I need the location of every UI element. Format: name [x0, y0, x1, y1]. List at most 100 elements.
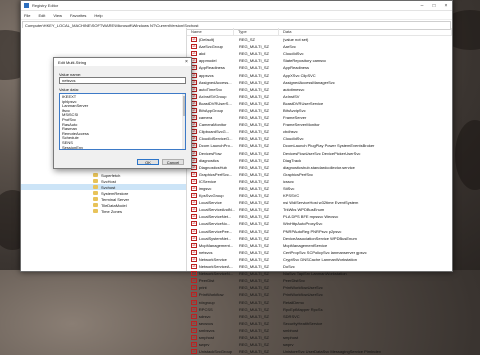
list-item[interactable]: ab CameraMonitor REG_MULTI_SZ FrameServerMo…	[187, 121, 452, 128]
column-header-type[interactable]: Type	[234, 28, 279, 35]
value-type: REG_MULTI_SZ	[239, 72, 269, 78]
string-value-icon: ab	[191, 278, 197, 284]
list-item[interactable]: ab AppReadiness REG_MULTI_SZ AppReadiness	[187, 64, 452, 71]
value-data: DeviceAssociationService WPDBusEnum	[283, 235, 357, 241]
dialog-close-icon[interactable]: ×	[182, 59, 191, 65]
list-item[interactable]: ab rdxgroup REG_MULTI_SZ RetailDemo	[187, 298, 452, 305]
tree-item[interactable]: Time Zones	[21, 208, 186, 214]
list-item[interactable]: ab smphost REG_MULTI_SZ smphost	[187, 334, 452, 341]
value-name-field[interactable]: netsvcs	[59, 77, 186, 84]
list-item[interactable]: ab AarSvcGroup REG_MULTI_SZ AarSvc	[187, 43, 452, 50]
list-item[interactable]: ab swprv REG_MULTI_SZ swprv	[187, 341, 452, 348]
list-item[interactable]: ab GraphicsPerfSvc... REG_MULTI_SZ Graphics…	[187, 171, 452, 178]
menu-file[interactable]: File	[24, 13, 30, 18]
value-type: REG_MULTI_SZ	[239, 256, 269, 262]
value-name: imgsvc	[198, 186, 212, 192]
list-item[interactable]: ab McpManagement... REG_MULTI_SZ McpManagem…	[187, 242, 452, 249]
cancel-button[interactable]: Cancel	[162, 159, 184, 165]
value-name: sdrsvc	[198, 313, 211, 319]
list-item[interactable]: ab AxInstSVGroup REG_MULTI_SZ AxInstSV	[187, 93, 452, 100]
list-item[interactable]: ab sdrsvc REG_MULTI_SZ SDRSVC	[187, 313, 452, 320]
string-value-icon: ab	[191, 285, 197, 291]
list-item[interactable]: ab DevicesFlow REG_MULTI_SZ DevicesFlowUser…	[187, 150, 452, 157]
maximize-button[interactable]: □	[428, 3, 440, 9]
list-item[interactable]: ab LocalService REG_MULTI_SZ nsi WdiService…	[187, 199, 452, 206]
menu-edit[interactable]: Edit	[38, 13, 45, 18]
string-value-icon: ab	[191, 37, 197, 43]
list-item[interactable]: ab appmodel REG_MULTI_SZ StateRepository ca…	[187, 57, 452, 64]
string-value-icon: ab	[191, 242, 197, 248]
value-type: REG_MULTI_SZ	[239, 171, 269, 177]
list-item[interactable]: ab netsvcs REG_MULTI_SZ CertPropSvc SCPolic…	[187, 249, 452, 256]
list-item[interactable]: ab BthAppGroup REG_MULTI_SZ BthAvctpSvc	[187, 107, 452, 114]
list-item[interactable]: ab LocalServicePee... REG_MULTI_SZ PNRPAuto…	[187, 228, 452, 235]
list-item[interactable]: ab Dcom LaunchPro... REG_MULTI_SZ DcomLaunc…	[187, 142, 452, 149]
list-item[interactable]: ab LocalServiceNet... REG_MULTI_SZ PLA DPS …	[187, 213, 452, 220]
list-item[interactable]: ab autoTimeSvc REG_MULTI_SZ autotimesvc	[187, 86, 452, 93]
value-type: REG_MULTI_SZ	[239, 334, 269, 340]
ok-button[interactable]: OK	[137, 159, 159, 165]
value-name: diagnostics	[198, 157, 219, 163]
folder-icon	[93, 203, 98, 207]
string-value-icon: ab	[191, 178, 197, 184]
value-list: Name Type Data ab (Default) REG_SZ (value n…	[187, 28, 452, 355]
list-item[interactable]: ab NetworkService REG_MULTI_SZ CryptSvc DNS…	[187, 256, 452, 263]
edit-multi-string-dialog: Edit Multi-String × Value name: netsvcs …	[53, 57, 192, 169]
value-name: KpsSvcGroup	[198, 193, 224, 199]
list-item[interactable]: ab diagnostics REG_MULTI_SZ DiagTrack	[187, 157, 452, 164]
list-item[interactable]: ab LocalServiceAndN... REG_MULTI_SZ TrkWks …	[187, 206, 452, 213]
column-header-name[interactable]: Name	[187, 28, 234, 35]
string-value-icon: ab	[191, 342, 197, 348]
close-button[interactable]: ×	[440, 3, 452, 9]
list-item[interactable]: ab BcastDVRUserS... REG_MULTI_SZ BcastDVRUs…	[187, 100, 452, 107]
list-item[interactable]: ab RPCSS REG_MULTI_SZ RpcEptMapper RpcSs	[187, 306, 452, 313]
list-item[interactable]: ab DiagnosticsHub REG_MULTI_SZ diagnosticsh…	[187, 164, 452, 171]
list-item[interactable]: ab AssignedAccess... REG_MULTI_SZ AssignedA…	[187, 79, 452, 86]
list-item[interactable]: ab LocalServiceNo... REG_MULTI_SZ WinHttpAu…	[187, 220, 452, 227]
value-type: REG_MULTI_SZ	[239, 235, 269, 241]
list-item[interactable]: ab appsvcs REG_MULTI_SZ AppXSvc ClipSVC	[187, 71, 452, 78]
list-item[interactable]: ab PrintWorkflow REG_MULTI_SZ PrintWorkflow…	[187, 291, 452, 298]
list-item[interactable]: ab UnistackSvcGroup REG_MULTI_SZ UnistoreSv…	[187, 348, 452, 355]
value-data-scrollbar[interactable]	[182, 94, 185, 149]
list-item[interactable]: ab akd REG_MULTI_SZ CloudIdSvc	[187, 50, 452, 57]
column-header-data[interactable]: Data	[279, 28, 452, 35]
value-data: SDRSVC	[283, 313, 300, 319]
list-item[interactable]: ab PeerDist REG_MULTI_SZ PeerDistSvc	[187, 277, 452, 284]
list-item[interactable]: ab smbsvcs REG_MULTI_SZ smbhost	[187, 327, 452, 334]
list-item[interactable]: ab CloudIdServiceG... REG_MULTI_SZ CloudIdS…	[187, 135, 452, 142]
list-item[interactable]: ab NetworkServiceA... REG_MULTI_SZ DoSvc	[187, 263, 452, 270]
menu-help[interactable]: Help	[94, 13, 102, 18]
value-name: LocalServicePee...	[198, 228, 233, 234]
list-item[interactable]: ab secsvcs REG_MULTI_SZ SecurityHealthServi…	[187, 320, 452, 327]
list-item[interactable]: ab ICService REG_MULTI_SZ icssvc	[187, 178, 452, 185]
list-item[interactable]: ab ClipboardSvcG... REG_MULTI_SZ cbdhsvc	[187, 128, 452, 135]
value-name: AarSvcGroup	[198, 44, 223, 50]
value-data: PrintWorkflowUserSvc	[283, 285, 323, 291]
list-item[interactable]: ab (Default) REG_SZ (value not set)	[187, 36, 452, 43]
value-type: REG_MULTI_SZ	[239, 320, 269, 326]
list-item[interactable]: ab camera REG_MULTI_SZ FrameServer	[187, 114, 452, 121]
string-value-icon: ab	[191, 271, 197, 277]
list-item[interactable]: ab LocalSystemNet... REG_MULTI_SZ DeviceAss…	[187, 235, 452, 242]
value-name: ClipboardSvcG...	[198, 129, 230, 135]
list-item[interactable]: ab KpsSvcGroup REG_MULTI_SZ KPSSVC	[187, 192, 452, 199]
list-item[interactable]: ab imgsvc REG_MULTI_SZ StiSvc	[187, 185, 452, 192]
value-data: nsi WdiServiceHost w32time EventSystem	[283, 200, 359, 206]
minimize-button[interactable]: –	[416, 3, 428, 9]
value-name: BthAppGroup	[198, 107, 224, 113]
list-item[interactable]: ab print REG_MULTI_SZ PrintWorkflowUserSvc	[187, 284, 452, 291]
menu-view[interactable]: View	[53, 13, 62, 18]
folder-icon	[93, 185, 98, 189]
value-name: Dcom LaunchPro...	[198, 143, 234, 149]
menu-favorites[interactable]: Favorites	[70, 13, 86, 18]
string-value-icon: ab	[191, 292, 197, 298]
value-type: REG_MULTI_SZ	[239, 178, 269, 184]
value-data: AarSvc	[283, 44, 296, 50]
value-data: icssvc	[283, 178, 294, 184]
value-type: REG_MULTI_SZ	[239, 271, 269, 277]
list-item[interactable]: ab NetworkServiceN... REG_MULTI_SZ NlaSvc T…	[187, 270, 452, 277]
value-name: LocalServiceNo...	[198, 221, 231, 227]
list-header: Name Type Data	[187, 28, 452, 36]
value-data-textarea[interactable]: IKEEXT iphlpsvc LanmanServer lfsvc MSiSCSI Pr…	[59, 93, 186, 150]
